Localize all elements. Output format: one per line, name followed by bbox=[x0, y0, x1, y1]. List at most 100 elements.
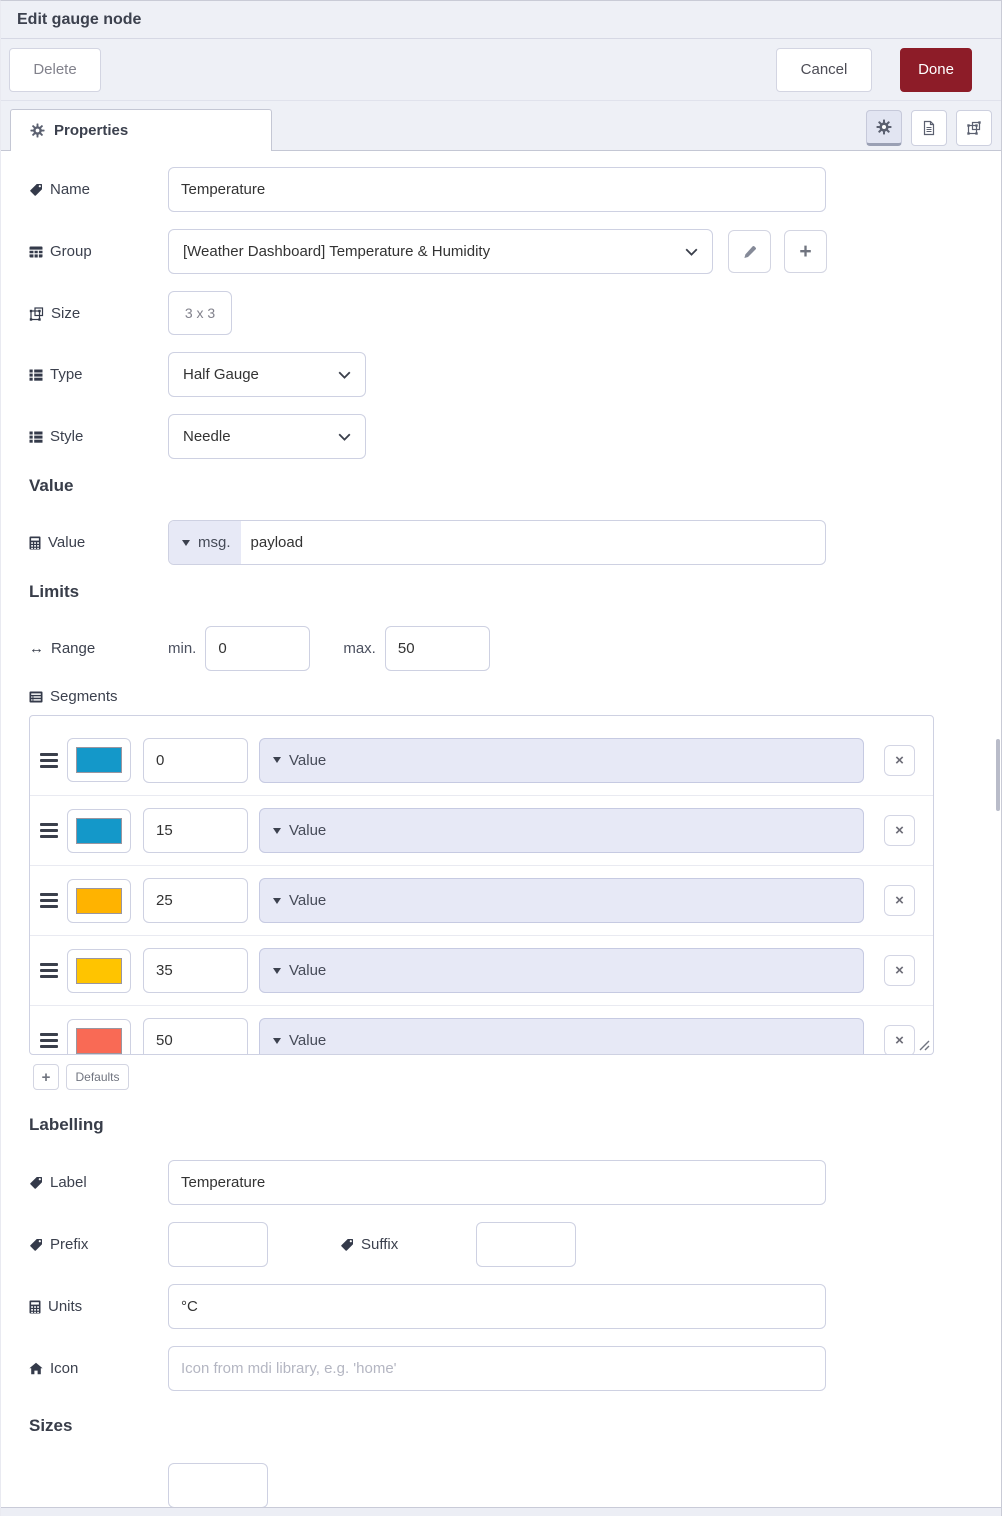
add-group-button[interactable]: + bbox=[784, 230, 827, 273]
style-select[interactable]: Needle bbox=[168, 414, 366, 459]
list-icon bbox=[29, 369, 43, 381]
segment-type-select[interactable]: Value bbox=[259, 737, 864, 783]
segment-defaults-button[interactable]: Defaults bbox=[66, 1064, 129, 1090]
type-label: Type bbox=[29, 366, 168, 383]
segment-type-select[interactable]: Value bbox=[259, 878, 864, 923]
add-segment-button[interactable]: + bbox=[33, 1064, 59, 1090]
tag-icon bbox=[29, 1176, 43, 1190]
calculator-icon bbox=[29, 536, 41, 550]
style-select-value: Needle bbox=[183, 428, 231, 445]
sizes-section-heading: Sizes bbox=[29, 1416, 73, 1435]
style-row: Style Needle bbox=[29, 414, 973, 459]
segment-color-button[interactable] bbox=[67, 1018, 131, 1054]
segment-type-select[interactable]: Value bbox=[259, 948, 864, 993]
segment-row: Value × bbox=[30, 795, 933, 865]
min-label: min. bbox=[168, 640, 197, 657]
drag-handle-icon[interactable] bbox=[40, 823, 58, 838]
segment-type-select[interactable]: Value bbox=[259, 1018, 864, 1054]
chevron-down-icon bbox=[338, 432, 351, 441]
chevron-down-icon bbox=[338, 370, 351, 379]
units-input[interactable] bbox=[168, 1284, 826, 1329]
group-select[interactable]: [Weather Dashboard] Temperature & Humidi… bbox=[168, 229, 713, 274]
size-label: Size bbox=[29, 305, 168, 322]
size-value-button[interactable]: 3 x 3 bbox=[168, 291, 232, 335]
value-typed-input[interactable]: msg. payload bbox=[168, 520, 826, 565]
type-select[interactable]: Half Gauge bbox=[168, 352, 366, 397]
cancel-button[interactable]: Cancel bbox=[776, 47, 872, 92]
group-label: Group bbox=[29, 243, 168, 260]
appearance-toolbar-button[interactable] bbox=[956, 110, 992, 146]
tab-properties-label: Properties bbox=[54, 122, 129, 139]
segment-type-select[interactable]: Value bbox=[259, 808, 864, 853]
segment-value-input[interactable] bbox=[143, 948, 248, 993]
suffix-input[interactable] bbox=[476, 1222, 576, 1267]
suffix-label: Suffix bbox=[340, 1236, 476, 1253]
segments-list: Value × Value × Value × bbox=[29, 715, 934, 1055]
segment-color-button[interactable] bbox=[67, 808, 131, 853]
group-select-value: [Weather Dashboard] Temperature & Humidi… bbox=[183, 243, 491, 260]
pencil-icon bbox=[742, 244, 758, 260]
prefix-input[interactable] bbox=[168, 1222, 268, 1267]
dialog-footer bbox=[1, 1507, 1001, 1516]
drag-handle-icon[interactable] bbox=[40, 963, 58, 978]
drag-handle-icon[interactable] bbox=[40, 893, 58, 908]
segment-row: Value × bbox=[30, 1005, 933, 1054]
segment-color-button[interactable] bbox=[67, 948, 131, 993]
edit-gauge-dialog: Edit gauge node Delete Cancel Done Prope… bbox=[0, 0, 1002, 1516]
caret-down-icon bbox=[273, 827, 281, 834]
scrollbar-thumb[interactable] bbox=[996, 739, 1000, 811]
tab-properties[interactable]: Properties bbox=[10, 109, 272, 151]
segments-label: Segments bbox=[29, 688, 168, 705]
sizes-partial-row bbox=[29, 1463, 973, 1508]
remove-segment-button[interactable]: × bbox=[884, 744, 915, 776]
drag-handle-icon[interactable] bbox=[40, 752, 58, 768]
name-label: Name bbox=[29, 181, 168, 198]
value-type-select[interactable]: msg. bbox=[169, 521, 241, 564]
resize-handle[interactable] bbox=[916, 1037, 930, 1051]
name-row: Name bbox=[29, 167, 973, 212]
group-row: Group [Weather Dashboard] Temperature & … bbox=[29, 229, 973, 274]
style-label: Style bbox=[29, 428, 168, 445]
remove-segment-button[interactable]: × bbox=[884, 1025, 915, 1054]
icon-label: Icon bbox=[29, 1360, 168, 1377]
range-min-input[interactable] bbox=[205, 626, 311, 671]
description-toolbar-button[interactable] bbox=[911, 110, 947, 146]
segments-icon bbox=[29, 691, 43, 703]
label-input[interactable] bbox=[168, 1160, 826, 1205]
edit-group-button[interactable] bbox=[728, 230, 771, 273]
properties-toolbar-button[interactable] bbox=[866, 110, 902, 146]
type-row: Type Half Gauge bbox=[29, 352, 973, 397]
range-max-input[interactable] bbox=[384, 626, 490, 671]
drag-handle-icon[interactable] bbox=[40, 1033, 58, 1048]
segment-color-swatch bbox=[76, 957, 122, 984]
segment-color-button[interactable] bbox=[67, 738, 131, 782]
segment-type-label: Value bbox=[289, 962, 327, 979]
segment-color-button[interactable] bbox=[67, 878, 131, 923]
value-section-heading: Value bbox=[29, 476, 74, 495]
remove-segment-button[interactable]: × bbox=[884, 955, 915, 986]
sizes-partial-input[interactable] bbox=[168, 1463, 268, 1508]
value-property-text: payload bbox=[250, 534, 304, 551]
name-input[interactable] bbox=[168, 167, 826, 212]
done-button[interactable]: Done bbox=[900, 47, 972, 92]
caret-down-icon bbox=[273, 897, 281, 904]
tag-icon bbox=[29, 183, 43, 197]
gear-icon bbox=[876, 119, 892, 135]
units-row: Units bbox=[29, 1284, 973, 1329]
remove-segment-button[interactable]: × bbox=[884, 815, 915, 846]
dialog-header: Edit gauge node bbox=[1, 1, 1001, 39]
segment-row: Value × bbox=[30, 935, 933, 1005]
tag-icon bbox=[340, 1238, 354, 1252]
segment-value-input[interactable] bbox=[143, 808, 248, 853]
segment-value-input[interactable] bbox=[143, 737, 248, 783]
segment-value-input[interactable] bbox=[143, 1018, 248, 1054]
value-label: Value bbox=[29, 534, 168, 551]
segment-value-input[interactable] bbox=[143, 878, 248, 923]
segment-color-swatch bbox=[76, 887, 122, 914]
size-icon bbox=[29, 306, 44, 321]
icon-input[interactable] bbox=[168, 1346, 826, 1391]
remove-segment-button[interactable]: × bbox=[884, 885, 915, 916]
button-bar: Delete Cancel Done bbox=[1, 39, 1001, 101]
delete-button[interactable]: Delete bbox=[9, 47, 101, 92]
caret-down-icon bbox=[182, 539, 190, 546]
